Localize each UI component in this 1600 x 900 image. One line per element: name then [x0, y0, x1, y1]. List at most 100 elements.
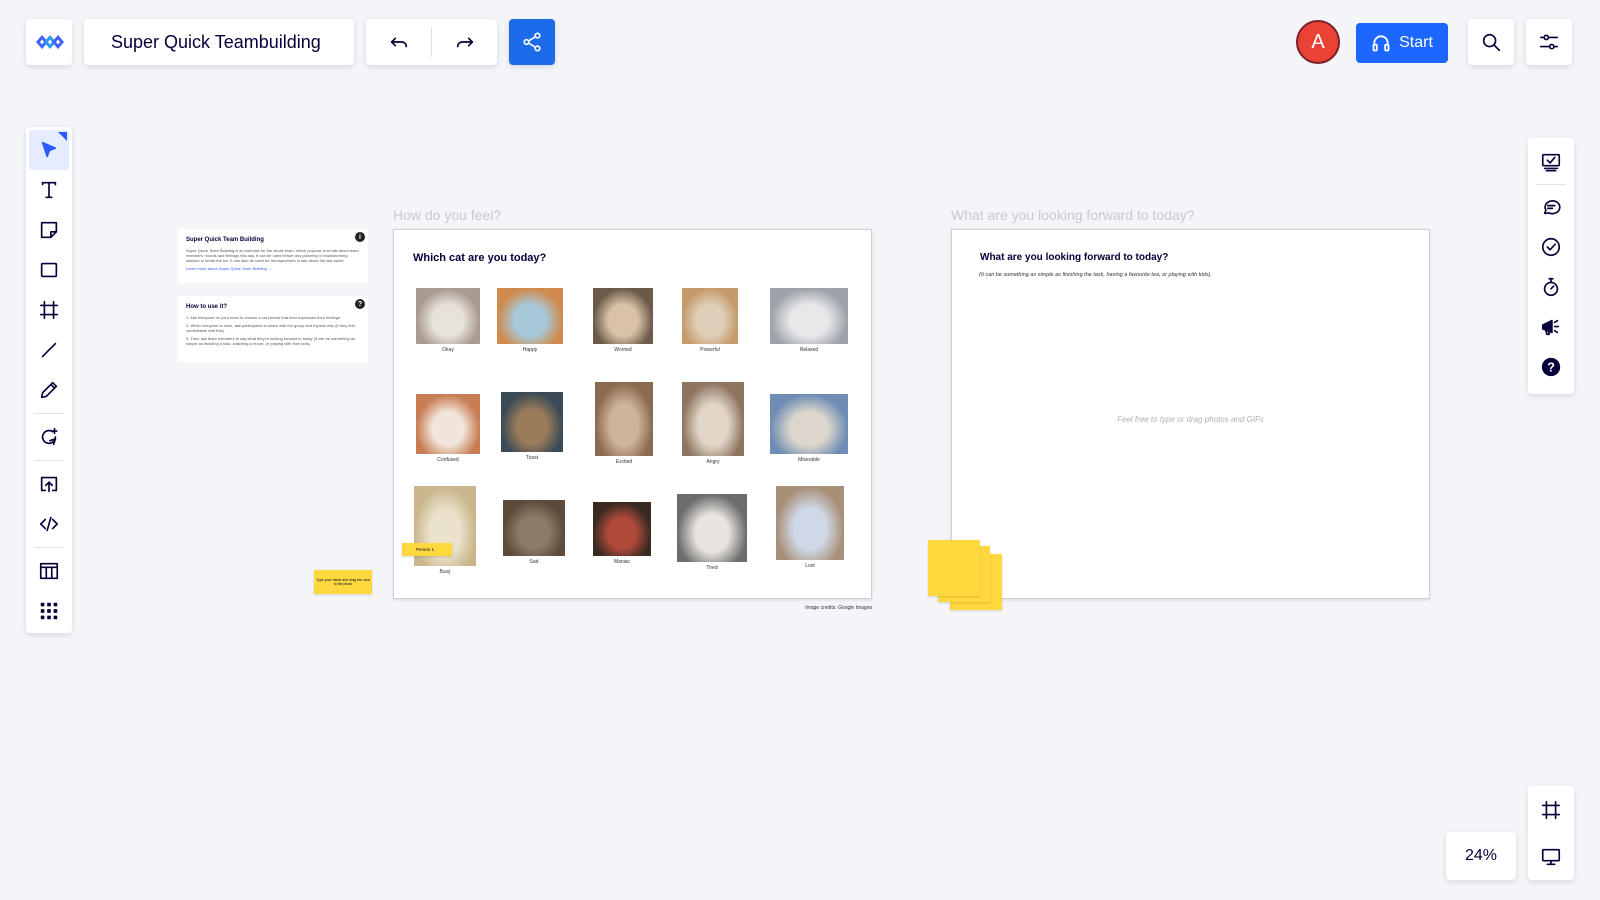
cat-caption: Happy: [522, 347, 538, 353]
cat-photo: [416, 394, 480, 454]
frame-icon: [1541, 800, 1561, 819]
cat-photo: [682, 382, 744, 456]
cat-card[interactable]: Angry: [682, 382, 744, 465]
apps-tool[interactable]: [29, 591, 69, 631]
chat-button[interactable]: [1531, 187, 1571, 227]
cat-card[interactable]: Okay: [416, 288, 480, 353]
info-card-about[interactable]: i Super Quick Team Building Super Quick …: [178, 229, 368, 283]
text-tool[interactable]: [29, 170, 69, 210]
embed-tool[interactable]: [29, 504, 69, 544]
cat-photo: [593, 502, 651, 556]
timer-button[interactable]: [1531, 267, 1571, 307]
voting-button[interactable]: [1531, 227, 1571, 267]
cat-card[interactable]: Happy: [497, 288, 563, 353]
logo-icon[interactable]: [26, 19, 72, 65]
cat-card[interactable]: Excited: [595, 382, 653, 465]
sticky-note-icon: [40, 221, 58, 239]
headphones-icon: [1372, 35, 1390, 52]
frame-heading: What are you looking forward to today?: [980, 252, 1169, 263]
cat-card[interactable]: Busy: [414, 486, 476, 575]
sticky-note[interactable]: Type your name and drag the card to the …: [314, 570, 372, 594]
left-toolbar: [26, 127, 72, 633]
sticky-note-stack[interactable]: [928, 540, 980, 596]
frame-placeholder: Feel free to type or drag photos and GIF…: [1117, 415, 1264, 424]
cat-photo: [503, 500, 565, 556]
cat-caption: Lost: [805, 563, 815, 569]
info-card-step: 3. Then ask team members to say what the…: [186, 336, 355, 346]
cat-caption: Relaxed: [799, 347, 819, 353]
cat-photo: [770, 394, 848, 454]
help-button[interactable]: ?: [1531, 347, 1571, 387]
upload-icon: [40, 476, 58, 493]
shape-tool[interactable]: [29, 250, 69, 290]
cat-card[interactable]: Lost: [776, 486, 844, 569]
templates-tool[interactable]: [29, 551, 69, 591]
divider: [34, 413, 64, 414]
frame-label[interactable]: What are you looking forward to today?: [951, 207, 1195, 223]
cat-photo: [776, 486, 844, 560]
cat-card[interactable]: Maniac: [593, 502, 651, 565]
divider: [34, 460, 64, 461]
cat-caption: Angry: [706, 459, 720, 465]
info-card-step: 1. Ask everyone on your team to choose a…: [186, 315, 341, 320]
cat-caption: Worried: [614, 347, 632, 353]
zoom-level[interactable]: 24%: [1446, 832, 1516, 880]
presentation-button[interactable]: [1531, 837, 1571, 877]
share-button[interactable]: [509, 19, 555, 65]
info-card-howto[interactable]: ? How to use it? 1. Ask everyone on your…: [178, 296, 368, 362]
info-card-title: Super Quick Team Building: [186, 237, 264, 243]
cat-caption: Maniac: [613, 559, 631, 565]
cat-card[interactable]: Relaxed: [770, 288, 848, 353]
divider: [34, 547, 64, 548]
cards-button[interactable]: [1531, 142, 1571, 182]
info-card-link[interactable]: Learn more about Super Quick Team Buildi…: [186, 266, 360, 271]
board-title[interactable]: Super Quick Teambuilding: [84, 19, 354, 65]
pen-tool[interactable]: [29, 370, 69, 410]
comment-icon: [41, 427, 58, 446]
cat-card[interactable]: Powerful: [682, 288, 738, 353]
avatar[interactable]: A: [1296, 20, 1340, 64]
info-card-step: 2. When everyone is done, ask participan…: [186, 323, 355, 333]
frame-icon: [39, 300, 59, 320]
frame-label[interactable]: How do you feel?: [393, 207, 501, 223]
board-settings-button[interactable]: [1526, 19, 1572, 65]
frame-subheading: (It can be something as simple as finish…: [979, 272, 1212, 278]
frame-how-do-you-feel[interactable]: Which cat are you today? Okay Happy Worrie…: [393, 229, 872, 599]
line-tool[interactable]: [29, 330, 69, 370]
redo-icon: [456, 37, 473, 48]
announce-button[interactable]: [1531, 307, 1571, 347]
presentation-icon: [1541, 848, 1561, 865]
cat-card[interactable]: Confused: [416, 394, 480, 463]
frames-panel: [1528, 786, 1574, 880]
sticky-note-tool[interactable]: [29, 210, 69, 250]
chat-icon: [1543, 199, 1561, 215]
select-tool[interactable]: [29, 130, 69, 170]
shape-icon: [40, 262, 58, 278]
cat-card[interactable]: Tired: [677, 494, 747, 571]
start-button[interactable]: Start: [1356, 23, 1448, 63]
undo-icon: [390, 37, 407, 48]
upload-tool[interactable]: [29, 464, 69, 504]
timer-icon: [1543, 277, 1559, 297]
undo-button[interactable]: [366, 19, 431, 65]
cat-photo: [682, 288, 738, 344]
frames-button[interactable]: [1531, 790, 1571, 830]
cat-photo: [497, 288, 563, 344]
cat-caption: Powerful: [700, 347, 720, 353]
start-label: Start: [1399, 34, 1433, 51]
search-button[interactable]: [1468, 19, 1514, 65]
comment-tool[interactable]: [29, 417, 69, 457]
info-card-title: How to use it?: [186, 304, 227, 310]
person-sticky-text: Person 1: [416, 547, 435, 552]
cat-card[interactable]: Worried: [593, 288, 653, 353]
cat-card[interactable]: Sad: [503, 500, 565, 565]
frame-tool[interactable]: [29, 290, 69, 330]
announce-icon: [1541, 319, 1560, 336]
cat-card[interactable]: Toast: [501, 392, 563, 461]
redo-button[interactable]: [432, 19, 497, 65]
frame-looking-forward[interactable]: What are you looking forward to today? (…: [951, 229, 1430, 599]
cat-photo: [416, 288, 480, 344]
cat-card[interactable]: Miserable: [770, 394, 848, 463]
person-sticky[interactable]: Person 1: [402, 543, 452, 556]
cat-photo: [770, 288, 848, 344]
